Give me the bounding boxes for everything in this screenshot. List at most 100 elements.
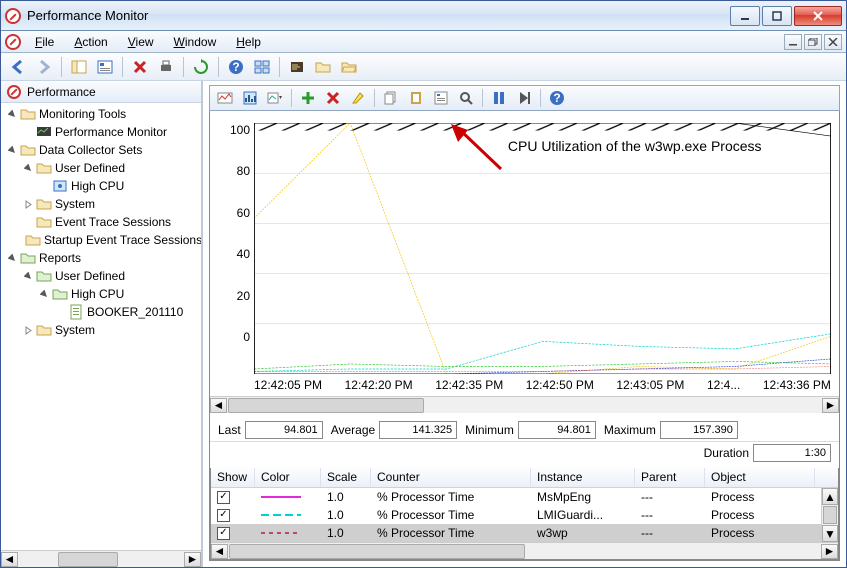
- scroll-right-icon[interactable]: ►: [184, 552, 201, 567]
- zoom-button[interactable]: [455, 88, 477, 108]
- tree-node[interactable]: User Defined: [1, 159, 201, 177]
- tree-header[interactable]: Performance: [1, 81, 201, 103]
- delete-button[interactable]: [129, 56, 151, 78]
- freeze-button[interactable]: [488, 88, 510, 108]
- back-button[interactable]: [7, 56, 29, 78]
- tree[interactable]: Monitoring ToolsPerformance MonitorData …: [1, 103, 201, 550]
- col-parent[interactable]: Parent: [635, 468, 705, 487]
- menu-help[interactable]: Help: [228, 33, 269, 51]
- col-instance[interactable]: Instance: [531, 468, 635, 487]
- tree-node[interactable]: Monitoring Tools: [1, 105, 201, 123]
- mdi-close-button[interactable]: [824, 34, 842, 50]
- counter-vertical-scrollbar[interactable]: ▲ ▼: [821, 488, 838, 542]
- tree-node[interactable]: Startup Event Trace Sessions: [1, 231, 201, 249]
- scroll-left-icon[interactable]: ◄: [211, 544, 228, 559]
- chart-horizontal-scrollbar[interactable]: ◄ ►: [210, 396, 839, 413]
- expand-icon[interactable]: [7, 145, 18, 156]
- tree-node[interactable]: High CPU: [1, 285, 201, 303]
- view-current-button[interactable]: [214, 88, 236, 108]
- tree-node[interactable]: BOOKER_201110: [1, 303, 201, 321]
- col-color[interactable]: Color: [255, 468, 321, 487]
- tree-horizontal-scrollbar[interactable]: ◄ ►: [1, 550, 201, 567]
- expand-icon[interactable]: [23, 163, 34, 174]
- scroll-thumb[interactable]: [58, 552, 118, 567]
- col-counter[interactable]: Counter: [371, 468, 531, 487]
- scroll-thumb[interactable]: [229, 544, 525, 559]
- tree-node[interactable]: User Defined: [1, 267, 201, 285]
- expand-icon[interactable]: [7, 109, 18, 120]
- menu-action[interactable]: Action: [66, 33, 115, 51]
- counter-table-header[interactable]: Show Color Scale Counter Instance Parent…: [211, 468, 838, 488]
- expand-icon[interactable]: [23, 271, 34, 282]
- expand-icon[interactable]: [23, 325, 34, 336]
- log-button[interactable]: [286, 56, 308, 78]
- print-button[interactable]: [155, 56, 177, 78]
- help-button[interactable]: ?: [225, 56, 247, 78]
- expand-icon[interactable]: [23, 217, 34, 228]
- scroll-down-icon[interactable]: ▼: [822, 525, 838, 542]
- table-row[interactable]: 1.0% Processor TimeMsMpEng---Process: [211, 488, 838, 506]
- menu-file[interactable]: File: [27, 33, 62, 51]
- expand-icon[interactable]: [23, 127, 34, 138]
- expand-icon[interactable]: [39, 289, 50, 300]
- tree-pane: Performance Monitoring ToolsPerformance …: [1, 81, 203, 567]
- mdi-minimize-button[interactable]: [784, 34, 802, 50]
- view-log-button[interactable]: [239, 88, 261, 108]
- expand-icon[interactable]: [7, 253, 18, 264]
- minimize-button[interactable]: [730, 6, 760, 26]
- folder-button[interactable]: [312, 56, 334, 78]
- scroll-right-icon[interactable]: ►: [822, 398, 839, 413]
- average-label: Average: [331, 423, 375, 437]
- tree-node[interactable]: System: [1, 321, 201, 339]
- expand-icon[interactable]: [23, 199, 34, 210]
- chart-plot-area[interactable]: CPU Utilization of the w3wp.exe Process: [254, 123, 831, 374]
- tree-node[interactable]: High CPU: [1, 177, 201, 195]
- expand-icon[interactable]: [55, 307, 66, 318]
- forward-button[interactable]: [33, 56, 55, 78]
- properties-button[interactable]: [94, 56, 116, 78]
- chart-help-button[interactable]: ?: [546, 88, 568, 108]
- tree-node[interactable]: Event Trace Sessions: [1, 213, 201, 231]
- counter-horizontal-scrollbar[interactable]: ◄ ►: [211, 542, 838, 559]
- titlebar[interactable]: Performance Monitor: [1, 1, 846, 31]
- update-button[interactable]: [513, 88, 535, 108]
- col-object[interactable]: Object: [705, 468, 815, 487]
- node-icon: [25, 232, 41, 248]
- table-row[interactable]: 1.0% Processor TimeLMIGuardi...---Proces…: [211, 506, 838, 524]
- scroll-right-icon[interactable]: ►: [821, 544, 838, 559]
- app-icon: [5, 8, 21, 24]
- col-scale[interactable]: Scale: [321, 468, 371, 487]
- highlight-button[interactable]: [347, 88, 369, 108]
- tree-node[interactable]: Data Collector Sets: [1, 141, 201, 159]
- scroll-left-icon[interactable]: ◄: [210, 398, 227, 413]
- counter-table-body[interactable]: 1.0% Processor TimeMsMpEng---Process1.0%…: [211, 488, 838, 542]
- scroll-thumb[interactable]: [228, 398, 424, 413]
- views-button[interactable]: [251, 56, 273, 78]
- tree-node[interactable]: Performance Monitor: [1, 123, 201, 141]
- show-hide-tree-button[interactable]: [68, 56, 90, 78]
- show-checkbox[interactable]: [217, 527, 230, 540]
- tree-node[interactable]: System: [1, 195, 201, 213]
- scroll-left-icon[interactable]: ◄: [1, 552, 18, 567]
- expand-icon[interactable]: [39, 181, 50, 192]
- open-folder-button[interactable]: [338, 56, 360, 78]
- show-checkbox[interactable]: [217, 491, 230, 504]
- copy-button[interactable]: [380, 88, 402, 108]
- add-counter-button[interactable]: [297, 88, 319, 108]
- menu-window[interactable]: Window: [166, 33, 225, 51]
- refresh-button[interactable]: [190, 56, 212, 78]
- col-show[interactable]: Show: [211, 468, 255, 487]
- maximize-button[interactable]: [762, 6, 792, 26]
- close-button[interactable]: [794, 6, 842, 26]
- mdi-restore-button[interactable]: [804, 34, 822, 50]
- properties-chart-button[interactable]: [430, 88, 452, 108]
- chart-type-dropdown[interactable]: [264, 88, 286, 108]
- scroll-up-icon[interactable]: ▲: [822, 488, 838, 505]
- remove-counter-button[interactable]: [322, 88, 344, 108]
- show-checkbox[interactable]: [217, 509, 230, 522]
- table-row[interactable]: 1.0% Processor Timew3wp---Process: [211, 524, 838, 542]
- scroll-thumb[interactable]: [823, 506, 837, 524]
- paste-button[interactable]: [405, 88, 427, 108]
- tree-node[interactable]: Reports: [1, 249, 201, 267]
- menu-view[interactable]: View: [120, 33, 162, 51]
